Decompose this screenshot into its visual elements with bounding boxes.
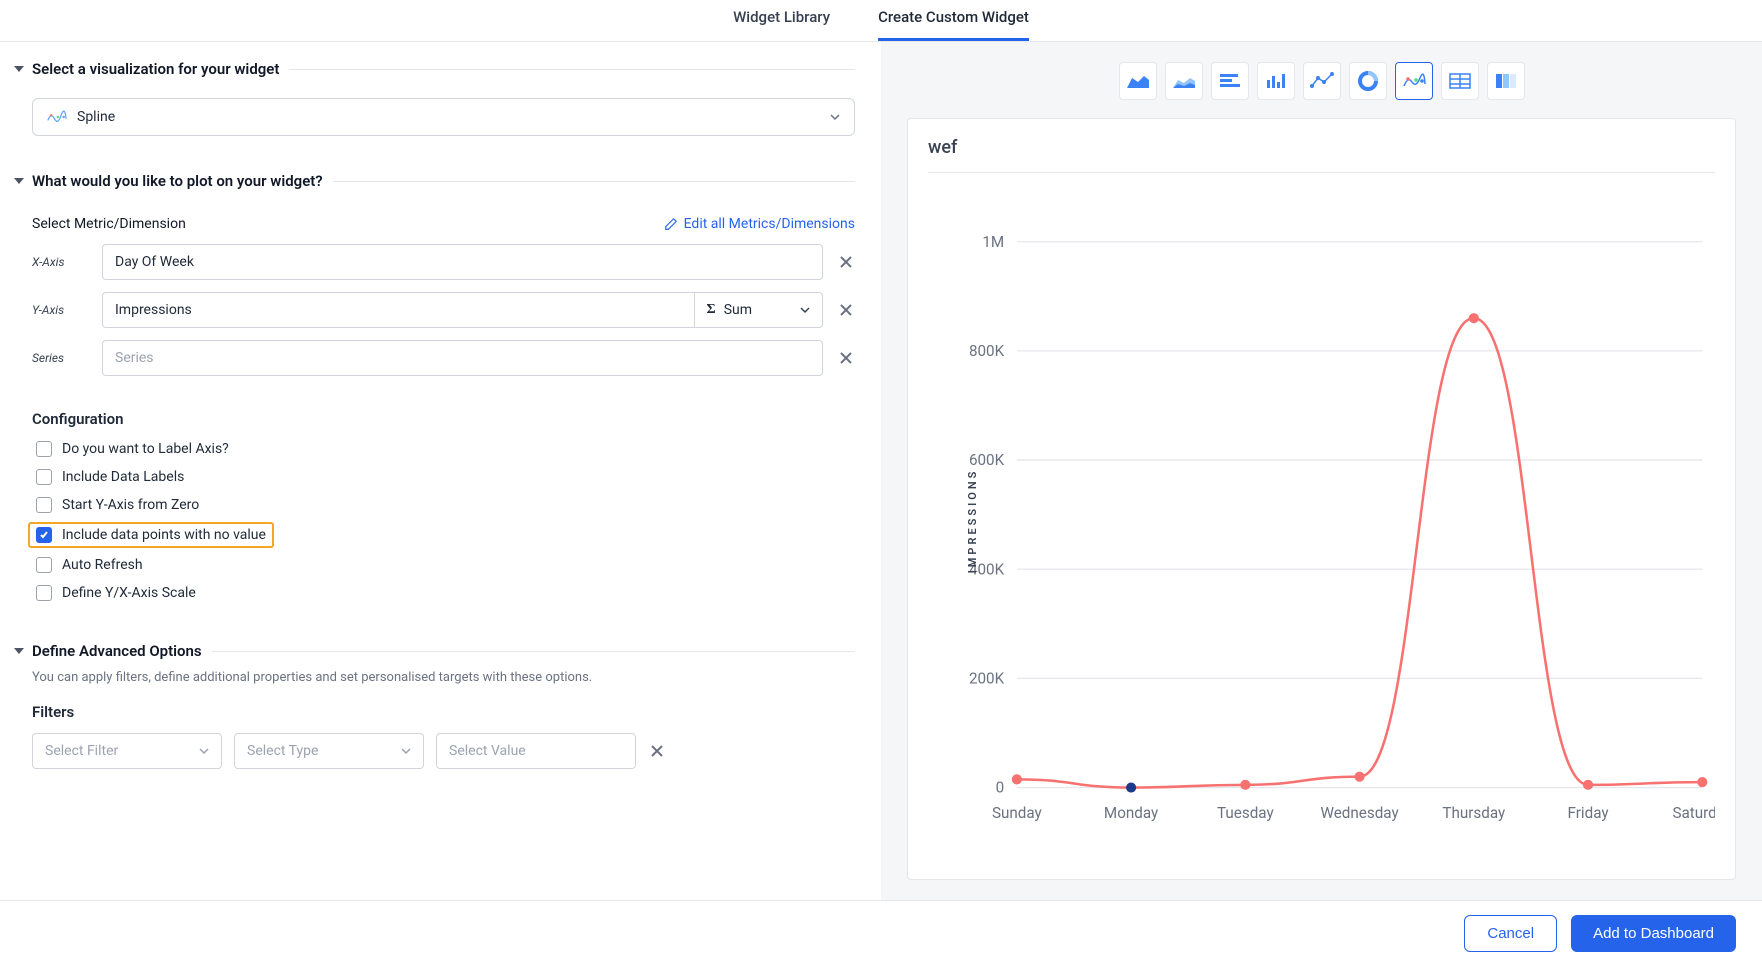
config-option-label: Define Y/X-Axis Scale	[62, 585, 196, 601]
checkbox[interactable]	[36, 585, 52, 601]
config-option: Start Y-Axis from Zero	[32, 494, 855, 516]
checkbox[interactable]	[36, 557, 52, 573]
filter-type-select[interactable]: Select Type	[234, 733, 424, 769]
divider	[333, 181, 855, 182]
edit-metrics-link[interactable]: Edit all Metrics/Dimensions	[664, 216, 855, 232]
configuration-title: Configuration	[32, 410, 855, 428]
spline-icon	[47, 110, 67, 124]
checkbox[interactable]	[36, 497, 52, 513]
checkbox[interactable]	[36, 441, 52, 457]
config-option: Do you want to Label Axis?	[32, 438, 855, 460]
filter-type-placeholder: Select Type	[247, 743, 318, 759]
filters-title: Filters	[32, 703, 855, 721]
y-axis-label: Y-Axis	[32, 303, 88, 317]
data-point[interactable]	[1469, 313, 1479, 323]
divider	[289, 69, 855, 70]
config-option-label: Include Data Labels	[62, 469, 184, 485]
add-to-dashboard-button[interactable]: Add to Dashboard	[1571, 915, 1736, 952]
data-point[interactable]	[1012, 774, 1022, 784]
config-option: Define Y/X-Axis Scale	[32, 582, 855, 604]
section-advanced-label: Define Advanced Options	[32, 642, 202, 660]
data-point[interactable]	[1355, 772, 1365, 782]
config-option-label: Start Y-Axis from Zero	[62, 497, 199, 513]
chart-type-spline[interactable]	[1395, 62, 1433, 100]
remove-x-axis-button[interactable]	[837, 253, 855, 271]
checkbox[interactable]	[36, 469, 52, 485]
chevron-down-icon	[14, 648, 24, 654]
chevron-down-icon	[401, 746, 411, 756]
aggregation-select[interactable]: Σ Sum	[694, 292, 823, 328]
data-point[interactable]	[1697, 777, 1707, 787]
spline-line	[1017, 318, 1702, 787]
section-visualization[interactable]: Select a visualization for your widget	[14, 52, 279, 86]
config-option-label: Auto Refresh	[62, 557, 143, 573]
chevron-down-icon	[14, 66, 24, 72]
y-tick: 0	[996, 779, 1005, 797]
x-axis-label: X-Axis	[32, 255, 88, 269]
checkbox[interactable]	[36, 527, 52, 543]
series-select[interactable]: Series	[102, 340, 823, 376]
data-point[interactable]	[1583, 780, 1593, 790]
section-visualization-label: Select a visualization for your widget	[32, 60, 279, 78]
chart-type-donut[interactable]	[1349, 62, 1387, 100]
config-option-label: Do you want to Label Axis?	[62, 441, 229, 457]
chart-type-bar-vertical[interactable]	[1257, 62, 1295, 100]
series-label: Series	[32, 351, 88, 365]
x-axis-select[interactable]: Day Of Week	[102, 244, 823, 280]
config-option: Include Data Labels	[32, 466, 855, 488]
config-option: Include data points with no value	[28, 522, 274, 548]
chart-type-heatmap[interactable]	[1487, 62, 1525, 100]
advanced-subtext: You can apply filters, define additional…	[32, 670, 855, 685]
y-axis-select[interactable]: Impressions	[102, 292, 695, 328]
chevron-down-icon	[800, 305, 810, 315]
remove-filter-button[interactable]	[648, 742, 666, 760]
tab-widget-library[interactable]: Widget Library	[733, 0, 830, 41]
chart-title: wef	[928, 137, 1715, 173]
visualization-value: Spline	[77, 109, 115, 125]
config-option: Auto Refresh	[32, 554, 855, 576]
chevron-down-icon	[14, 178, 24, 184]
aggregation-value: Sum	[724, 302, 752, 318]
chevron-down-icon	[830, 112, 840, 122]
chart-type-area-stacked[interactable]	[1165, 62, 1203, 100]
metric-dimension-label: Select Metric/Dimension	[32, 216, 186, 232]
x-tick: Sunday	[992, 804, 1043, 822]
section-plot-label: What would you like to plot on your widg…	[32, 172, 323, 190]
section-plot[interactable]: What would you like to plot on your widg…	[14, 164, 323, 198]
y-tick: 200K	[969, 669, 1005, 687]
x-tick: Thursday	[1442, 804, 1506, 822]
x-tick: Friday	[1568, 804, 1610, 822]
section-advanced[interactable]: Define Advanced Options	[14, 634, 202, 668]
y-tick: 1M	[982, 233, 1004, 251]
chart-type-bar-horizontal[interactable]	[1211, 62, 1249, 100]
pencil-icon	[664, 217, 678, 231]
remove-y-axis-button[interactable]	[837, 301, 855, 319]
filter-select-placeholder: Select Filter	[45, 743, 118, 759]
chart-type-scatter[interactable]	[1303, 62, 1341, 100]
tab-create-custom-widget[interactable]: Create Custom Widget	[878, 0, 1029, 41]
x-tick: Monday	[1104, 804, 1159, 822]
filter-select[interactable]: Select Filter	[32, 733, 222, 769]
chart-type-area[interactable]	[1119, 62, 1157, 100]
filter-value-select[interactable]: Select Value	[436, 733, 636, 769]
data-point[interactable]	[1126, 782, 1136, 792]
data-point[interactable]	[1240, 780, 1250, 790]
x-tick: Saturday	[1672, 804, 1715, 822]
chevron-down-icon	[199, 746, 209, 756]
filter-value-placeholder: Select Value	[449, 743, 526, 759]
y-tick: 600K	[969, 451, 1005, 469]
sigma-icon: Σ	[707, 302, 716, 318]
x-tick: Tuesday	[1217, 804, 1274, 822]
chart-type-table[interactable]	[1441, 62, 1479, 100]
y-axis-title: IMPRESSIONS	[966, 469, 979, 574]
remove-series-button[interactable]	[837, 349, 855, 367]
cancel-button[interactable]: Cancel	[1464, 915, 1557, 952]
x-tick: Wednesday	[1320, 804, 1399, 822]
config-option-label: Include data points with no value	[62, 527, 266, 543]
visualization-select[interactable]: Spline	[32, 98, 855, 136]
y-tick: 800K	[969, 342, 1005, 360]
edit-metrics-label: Edit all Metrics/Dimensions	[684, 216, 855, 232]
divider	[212, 651, 855, 652]
